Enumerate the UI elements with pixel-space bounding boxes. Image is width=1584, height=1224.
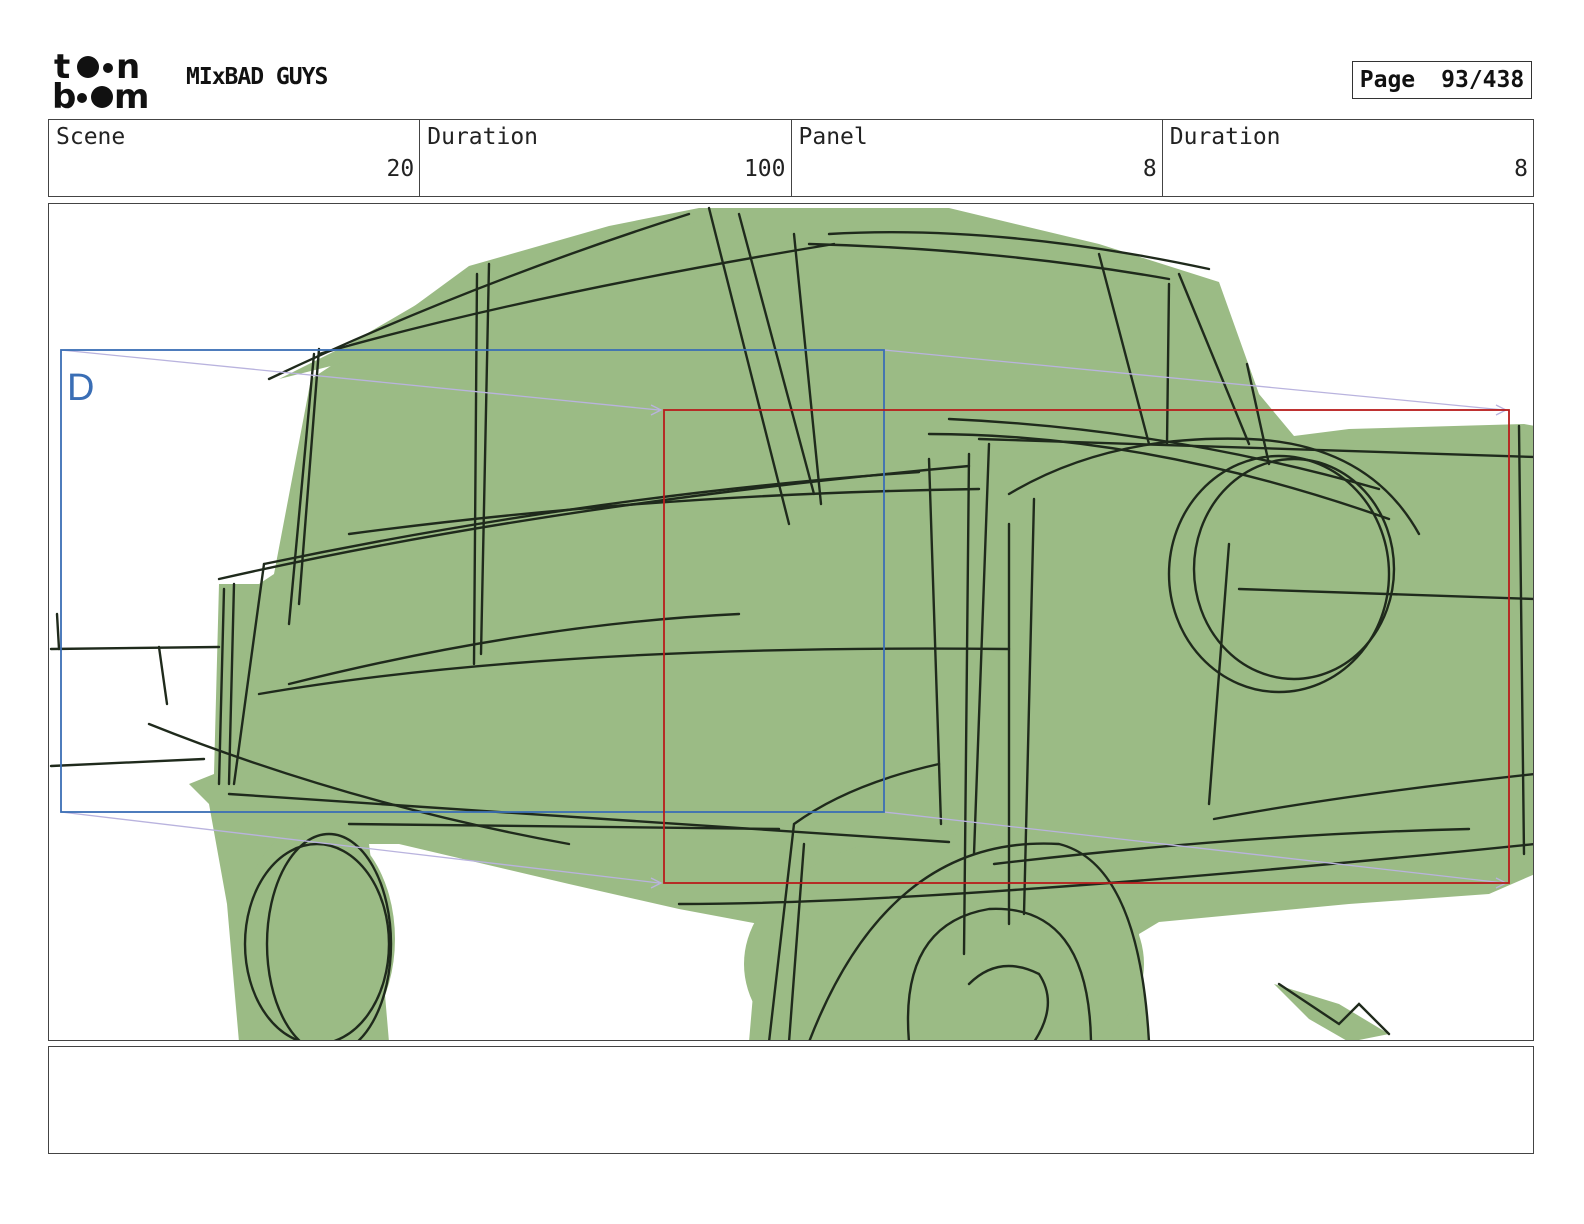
- toon-boom-logo-icon: t n b m: [52, 50, 149, 112]
- page-indicator: Page 93/438: [1352, 61, 1532, 99]
- scene-value: 20: [386, 156, 415, 182]
- page-number: 93/438: [1441, 67, 1525, 93]
- svg-text:b: b: [52, 77, 76, 112]
- truck-sketch: D: [49, 206, 1533, 1040]
- page-label: Page: [1359, 67, 1416, 93]
- camera-marker-label: D: [67, 367, 94, 409]
- scene-duration-value: 100: [743, 156, 786, 182]
- scene-cell: Scene 20: [49, 120, 421, 196]
- toon-boom-logo: t n b m: [50, 50, 165, 112]
- panel-duration-label: Duration: [1169, 124, 1281, 150]
- svg-text:m: m: [114, 77, 149, 112]
- panel-info-table: Scene 20 Duration 100 Panel 8 Duration 8: [48, 119, 1534, 197]
- project-title: MIxBAD GUYS: [186, 64, 328, 90]
- truck-body-fill: [189, 208, 1533, 1040]
- panel-cell: Panel 8: [792, 120, 1163, 196]
- storyboard-panel: D: [48, 203, 1534, 1041]
- panel-label: Panel: [798, 124, 868, 150]
- notes-box: [48, 1046, 1534, 1154]
- panel-value: 8: [1142, 156, 1157, 182]
- scene-label: Scene: [56, 124, 126, 150]
- scene-duration-cell: Duration 100: [420, 120, 792, 196]
- panel-duration-cell: Duration 8: [1163, 120, 1533, 196]
- scene-duration-label: Duration: [427, 124, 539, 150]
- panel-duration-value: 8: [1514, 156, 1528, 182]
